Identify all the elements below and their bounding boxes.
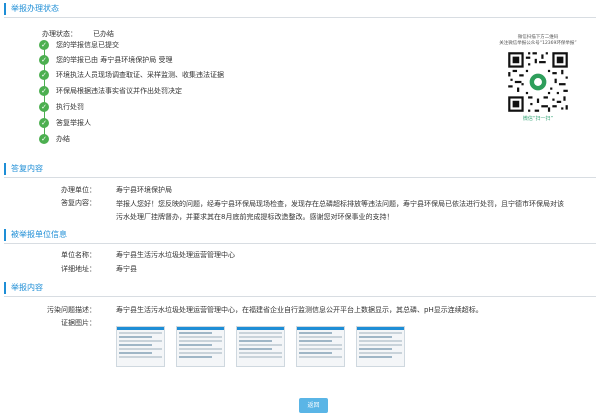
check-icon: ✓ (39, 118, 49, 128)
address-value: 寿宁县 (116, 265, 137, 273)
timeline-step-label: 环境执法人员现场调查取证、采样监测、收集违法证据 (56, 71, 224, 79)
timeline-step-label: 办结 (56, 135, 70, 143)
qr-caption-bottom: 微信“扫一扫” (522, 116, 554, 122)
evidence-images-label: 证据图片： (61, 319, 96, 327)
pollution-description-value: 寿宁县生活污水垃圾处理运营管理中心，在福建省企业自行监测信息公开平台上数据显示，… (116, 306, 483, 314)
back-button[interactable]: 返回 (299, 398, 328, 413)
status-label: 办理状态： (42, 30, 77, 38)
qr-caption-sub: 关注微信举报公众号“12369环保举报” (499, 41, 577, 46)
handling-unit-value: 寿宁县环境保护局 (116, 186, 172, 194)
evidence-thumbnail[interactable] (116, 326, 165, 367)
timeline-step-label: 您的举报已由 寿宁县环境保护局 受理 (56, 56, 173, 64)
timeline-step-label: 执行处罚 (56, 103, 84, 111)
check-icon: ✓ (39, 70, 49, 80)
wechat-qr-panel: 微信扫描下方二维码 关注微信举报公众号“12369环保举报” 微信“扫一扫” (499, 35, 577, 122)
section-divider (4, 17, 596, 18)
qr-code-image (506, 50, 570, 114)
unit-name-label: 单位名称： (61, 251, 96, 259)
reply-content-value: 举报人您好！您反映的问题，经寿宁县环保局现场检查，发现存在总磷超标排放等违法问题… (116, 200, 564, 221)
section-divider (4, 296, 596, 297)
status-row: 办理状态： 已办结 (42, 29, 114, 39)
evidence-thumbnail[interactable] (296, 326, 345, 367)
timeline-step-label: 答复举报人 (56, 119, 91, 127)
handling-unit-label: 办理单位： (61, 186, 96, 194)
section-divider (4, 177, 596, 178)
check-icon: ✓ (39, 134, 49, 144)
reply-content-label: 答复内容： (61, 199, 96, 207)
evidence-thumbnail[interactable] (236, 326, 285, 367)
check-icon: ✓ (39, 40, 49, 50)
evidence-thumbnail[interactable] (176, 326, 225, 367)
reported-unit-section-title: 被举报单位信息 (4, 229, 596, 241)
report-content-section-title: 举报内容 (4, 282, 596, 294)
unit-name-value: 寿宁县生活污水垃圾处理运营管理中心 (116, 251, 235, 259)
section-divider (4, 243, 596, 244)
timeline-step-label: 环保局根据违法事实省议并作出处罚决定 (56, 87, 182, 95)
status-section-title: 举报办理状态 (4, 3, 596, 15)
check-icon: ✓ (39, 55, 49, 65)
pollution-description-label: 污染问题描述： (47, 306, 96, 314)
status-value: 已办结 (93, 30, 114, 38)
evidence-thumbnail[interactable] (356, 326, 405, 367)
check-icon: ✓ (39, 86, 49, 96)
timeline-step-label: 您的举报信息已提交 (56, 41, 119, 49)
check-icon: ✓ (39, 102, 49, 112)
address-label: 详细地址： (61, 265, 96, 273)
reply-section-title: 答复内容 (4, 163, 596, 175)
